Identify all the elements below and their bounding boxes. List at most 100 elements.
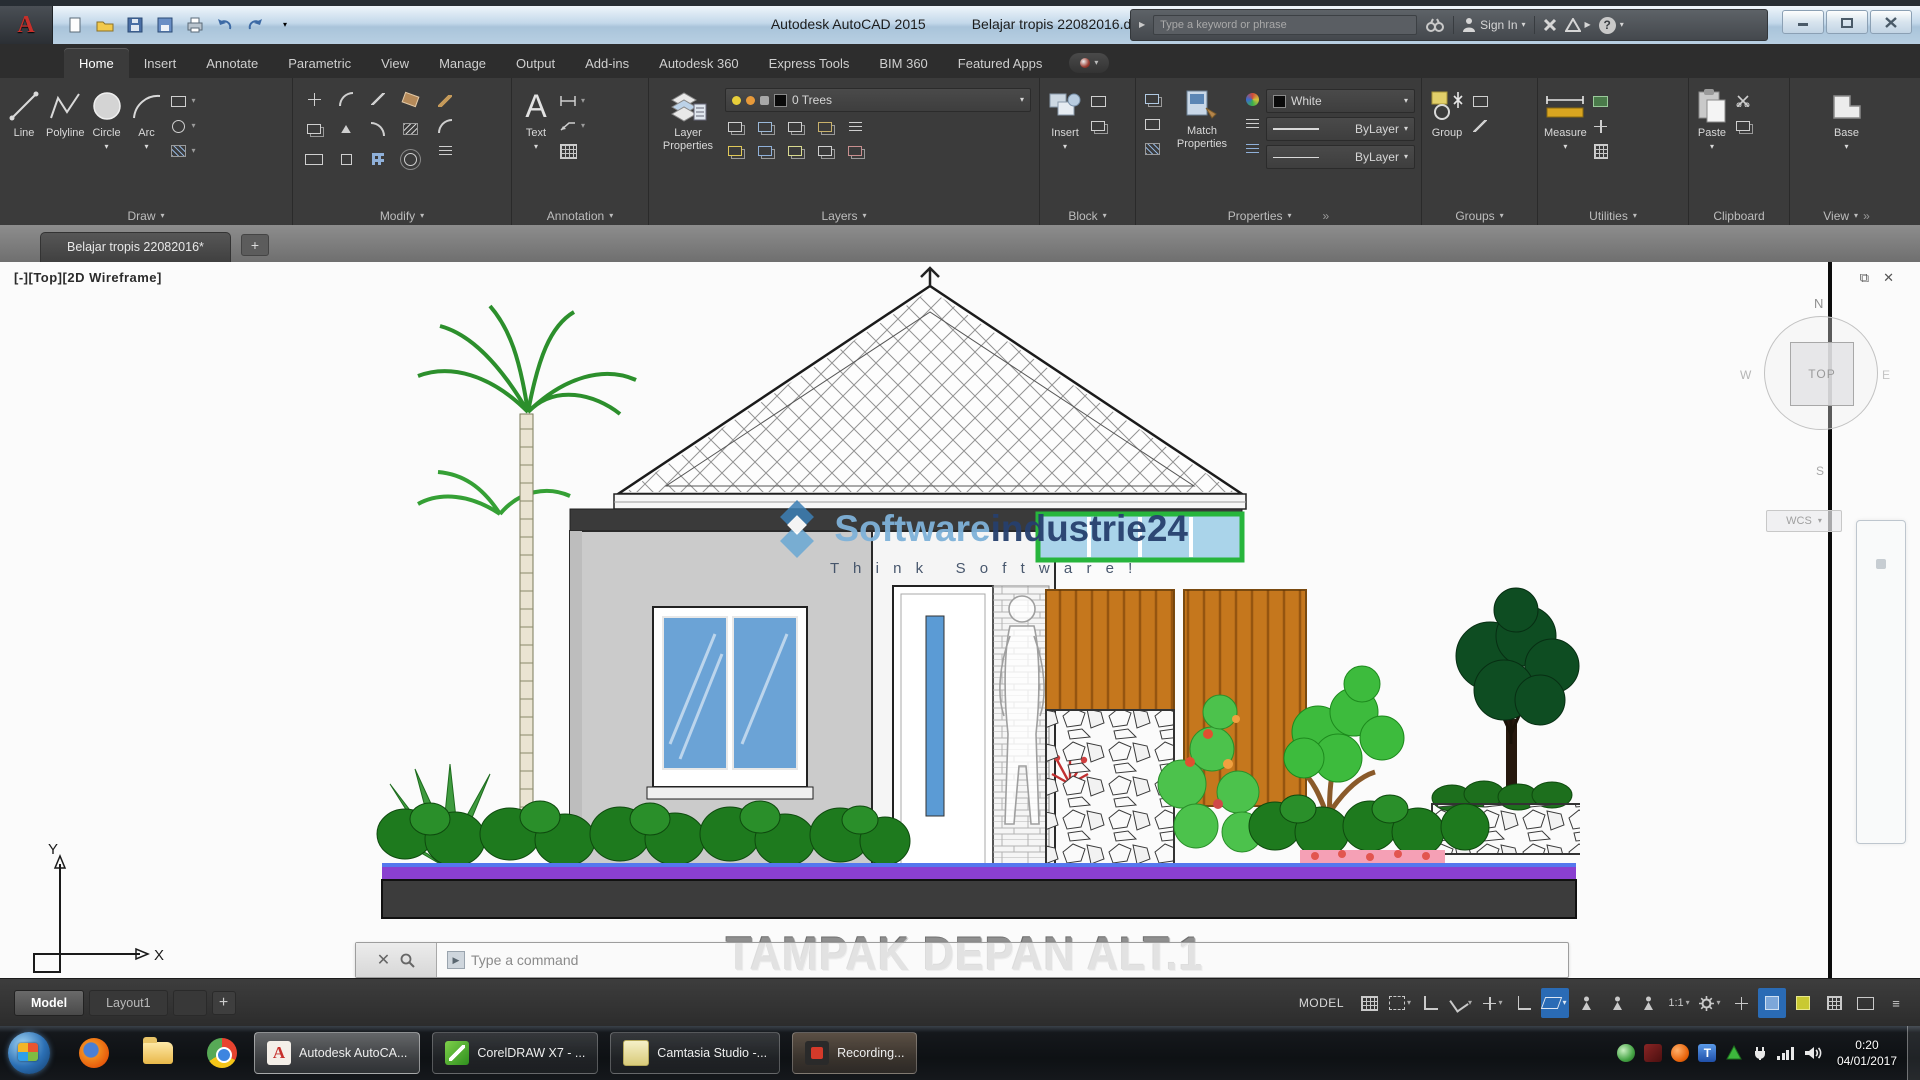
panel-utilities-label[interactable]: Utilities▾ (1538, 209, 1688, 223)
viewport-close-icon[interactable]: ✕ (1883, 270, 1894, 286)
tab-insert[interactable]: Insert (129, 48, 192, 78)
help-button[interactable]: ? ▾ (1599, 17, 1624, 34)
viewcube-south[interactable]: S (1816, 464, 1824, 478)
arc-button[interactable]: Arc ▾ (129, 84, 165, 151)
command-line-bar[interactable]: ✕ ▶ Type a command (355, 942, 1569, 978)
binoculars-icon[interactable] (1425, 17, 1445, 33)
ungroup-icon[interactable] (1470, 92, 1490, 110)
hardware-accel-toggle[interactable] (1758, 988, 1786, 1018)
command-search-icon[interactable] (400, 953, 415, 968)
tab-home[interactable]: Home (64, 48, 129, 78)
snap-toggle[interactable]: ▾ (1386, 988, 1414, 1018)
copy-tool-icon[interactable] (299, 120, 329, 138)
crosshair-toggle[interactable] (1727, 988, 1755, 1018)
quick-calc-icon[interactable] (1591, 142, 1611, 160)
tab-bim360[interactable]: BIM 360 (864, 48, 942, 78)
align-tool-icon[interactable] (435, 142, 455, 160)
layer-make-current-icon[interactable] (725, 142, 745, 160)
navigation-bar[interactable] (1856, 520, 1906, 844)
task-recording[interactable]: Recording... (792, 1032, 917, 1074)
isodraft-toggle[interactable]: ▾ (1541, 988, 1569, 1018)
command-close-icon[interactable]: ✕ (377, 950, 390, 970)
layer-match-icon[interactable] (755, 142, 775, 160)
copy-clip-icon[interactable] (1733, 117, 1753, 135)
annotation-autoscale-toggle[interactable] (1603, 988, 1631, 1018)
customization-menu[interactable]: ≡ (1882, 988, 1910, 1018)
color-wheel-icon[interactable] (1242, 90, 1262, 108)
panel-annotation-label[interactable]: Annotation▾ (512, 209, 648, 223)
blend-tool-icon[interactable] (435, 117, 455, 135)
base-button[interactable]: Base ▾ (1828, 84, 1866, 151)
qat-redo-button[interactable] (243, 14, 267, 36)
annotation-scale-icon[interactable] (1634, 988, 1662, 1018)
linetype-list-icon[interactable] (1242, 140, 1262, 158)
panel-groups-label[interactable]: Groups▾ (1422, 209, 1537, 223)
layer-prev-icon[interactable] (785, 142, 805, 160)
tray-green-triangle-icon[interactable] (1725, 1044, 1743, 1062)
clean-screen-toggle[interactable] (1820, 988, 1848, 1018)
tab-layout1[interactable]: Layout1 (89, 990, 167, 1016)
block-edit-icon[interactable] (1088, 92, 1108, 110)
offset-tool-icon[interactable] (395, 150, 425, 168)
tab-parametric[interactable]: Parametric (273, 48, 366, 78)
polar-toggle[interactable]: ▾ (1448, 988, 1476, 1018)
qat-save-button[interactable] (123, 14, 147, 36)
model-space-toggle[interactable]: MODEL (1291, 988, 1352, 1018)
leader-tool-icon[interactable] (558, 117, 578, 135)
panel-modify-label[interactable]: Modify▾ (293, 209, 511, 223)
viewport-controls-label[interactable]: [-][Top][2D Wireframe] (14, 270, 162, 285)
ellipse-tool-icon[interactable] (169, 117, 189, 135)
stretch-tool-icon[interactable] (299, 150, 329, 168)
exchange-apps-button[interactable] (1543, 18, 1557, 32)
taskbar-clock[interactable]: 0:20 04/01/2017 (1837, 1037, 1897, 1069)
show-desktop-button[interactable] (1907, 1026, 1920, 1080)
network-signal-icon[interactable] (1777, 1047, 1794, 1060)
match-properties-button[interactable]: Match Properties (1166, 84, 1238, 150)
speaker-icon[interactable] (1803, 1045, 1823, 1061)
navbar-pan-icon[interactable] (1876, 559, 1886, 569)
layer-off-icon[interactable] (725, 118, 745, 136)
autodesk360-button[interactable]: ▶ (1565, 18, 1591, 32)
command-recent-icon[interactable]: ▶ (447, 951, 465, 969)
block-define-icon[interactable] (1088, 117, 1108, 135)
start-button[interactable] (8, 1032, 50, 1074)
id-point-icon[interactable] (1591, 92, 1611, 110)
cut-scissors-icon[interactable] (1733, 92, 1753, 110)
rotate-tool-icon[interactable] (331, 90, 361, 108)
tab-addins[interactable]: Add-ins (570, 48, 644, 78)
explorer-launcher[interactable] (138, 1033, 178, 1073)
panel-properties-label[interactable]: Properties▾» (1136, 209, 1421, 223)
tray-adobe-icon[interactable] (1644, 1044, 1662, 1062)
qat-dropdown-button[interactable]: ▾ (273, 14, 297, 36)
match-brush-icon[interactable] (435, 92, 455, 110)
group-edit-icon[interactable] (1470, 117, 1490, 135)
viewcube[interactable]: N W E TOP S (1756, 290, 1886, 500)
viewport-restore-icon[interactable]: ⧉ (1860, 270, 1869, 286)
grid-toggle[interactable] (1355, 988, 1383, 1018)
qat-undo-button[interactable] (213, 14, 237, 36)
paste-button[interactable]: Paste ▾ (1695, 84, 1729, 151)
dimension-tool-icon[interactable] (558, 92, 578, 110)
workspace-switch[interactable]: ▾ (1696, 988, 1724, 1018)
maximize-button[interactable] (1826, 10, 1868, 34)
layer-unlock-icon[interactable] (815, 142, 835, 160)
tray-green-app-icon[interactable] (1617, 1044, 1635, 1062)
qat-open-button[interactable] (93, 14, 117, 36)
text-button[interactable]: A Text ▾ (518, 84, 554, 151)
annotation-scale-select[interactable]: 1:1▾ (1665, 988, 1693, 1018)
tab-layout2[interactable] (173, 990, 207, 1016)
array-tool-icon[interactable] (363, 150, 393, 168)
mirror-tool-icon[interactable] (331, 120, 361, 138)
minimize-button[interactable] (1782, 10, 1824, 34)
trim-tool-icon[interactable] (363, 90, 393, 108)
layer-isolate-icon[interactable] (755, 118, 775, 136)
insert-button[interactable]: Insert ▾ (1046, 84, 1084, 151)
tray-power-plug-icon[interactable] (1752, 1045, 1768, 1061)
new-drawing-tab-button[interactable]: + (241, 234, 269, 256)
status-monitor-icon[interactable] (1851, 988, 1879, 1018)
task-coreldraw[interactable]: CorelDRAW X7 - ... (432, 1032, 598, 1074)
new-layout-button[interactable]: + (212, 991, 236, 1015)
panel-layers-label[interactable]: Layers▾ (649, 209, 1039, 223)
scale-tool-icon[interactable] (331, 150, 361, 168)
hatch-tool-icon[interactable] (169, 142, 189, 160)
